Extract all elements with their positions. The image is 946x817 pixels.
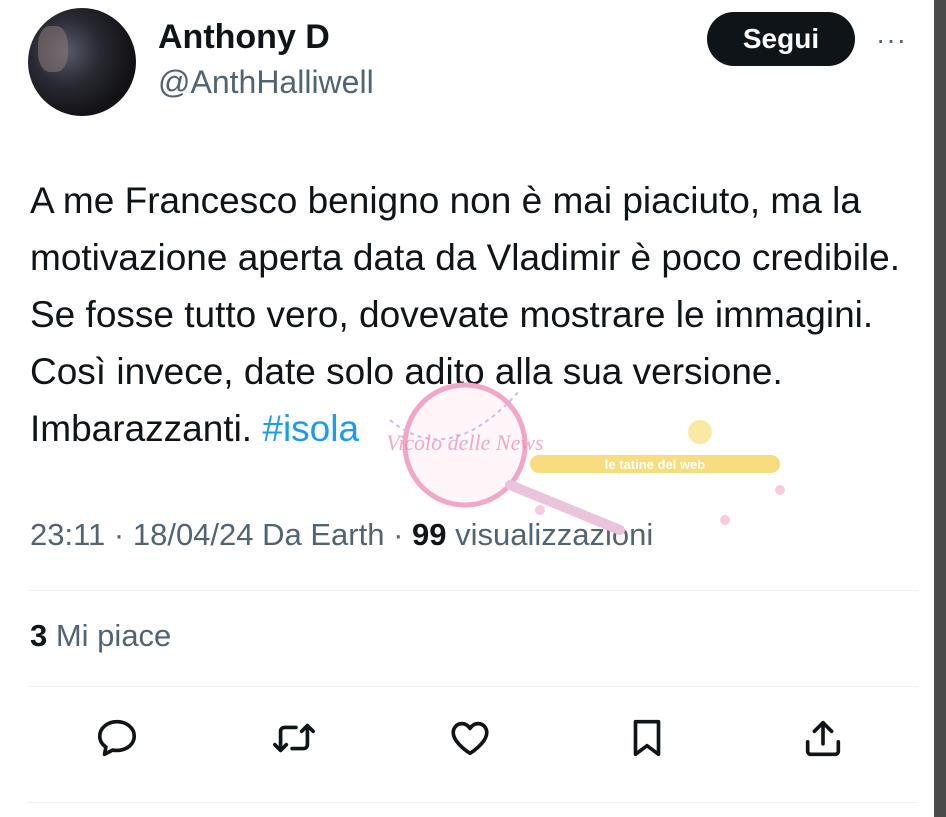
screen-edge [934, 0, 946, 817]
more-options-icon[interactable]: ··· [876, 24, 907, 56]
likes-count: 3 [30, 618, 48, 653]
retweet-button[interactable] [268, 712, 320, 764]
views-label: visualizzazioni [446, 517, 654, 552]
divider [28, 802, 918, 803]
avatar[interactable] [28, 8, 136, 116]
retweet-icon [273, 723, 315, 753]
bookmark-button[interactable] [621, 712, 673, 764]
like-icon [451, 721, 489, 756]
reply-button[interactable] [91, 712, 143, 764]
share-button[interactable] [797, 712, 849, 764]
share-icon [805, 720, 841, 757]
tweet-body: A me Francesco benigno non è mai piaciut… [30, 180, 900, 449]
likes-stat[interactable]: 3 Mi piace [30, 618, 171, 654]
views-count: 99 [412, 517, 447, 552]
meta-separator: · [105, 517, 133, 552]
tweet-text: A me Francesco benigno non è mai piaciut… [30, 172, 920, 457]
reply-icon [97, 719, 137, 757]
divider [28, 590, 918, 591]
user-handle[interactable]: @AnthHalliwell [158, 64, 374, 101]
divider [28, 686, 918, 687]
tweet-source: Da Earth [253, 517, 385, 552]
tweet-date[interactable]: 18/04/24 [133, 517, 254, 552]
avatar-face [38, 26, 68, 72]
meta-separator: · [384, 517, 413, 552]
user-name[interactable]: Anthony D [158, 18, 330, 57]
tweet-time[interactable]: 23:11 [30, 517, 105, 552]
bookmark-icon [633, 719, 661, 757]
follow-button[interactable]: Segui [707, 12, 855, 66]
tweet-meta: 23:11 · 18/04/24 Da Earth · 99 visualizz… [30, 517, 653, 553]
hashtag-link[interactable]: #isola [262, 408, 359, 449]
likes-label: Mi piace [47, 618, 172, 653]
watermark-banner: le tatine del web [605, 457, 705, 472]
like-button[interactable] [444, 712, 496, 764]
